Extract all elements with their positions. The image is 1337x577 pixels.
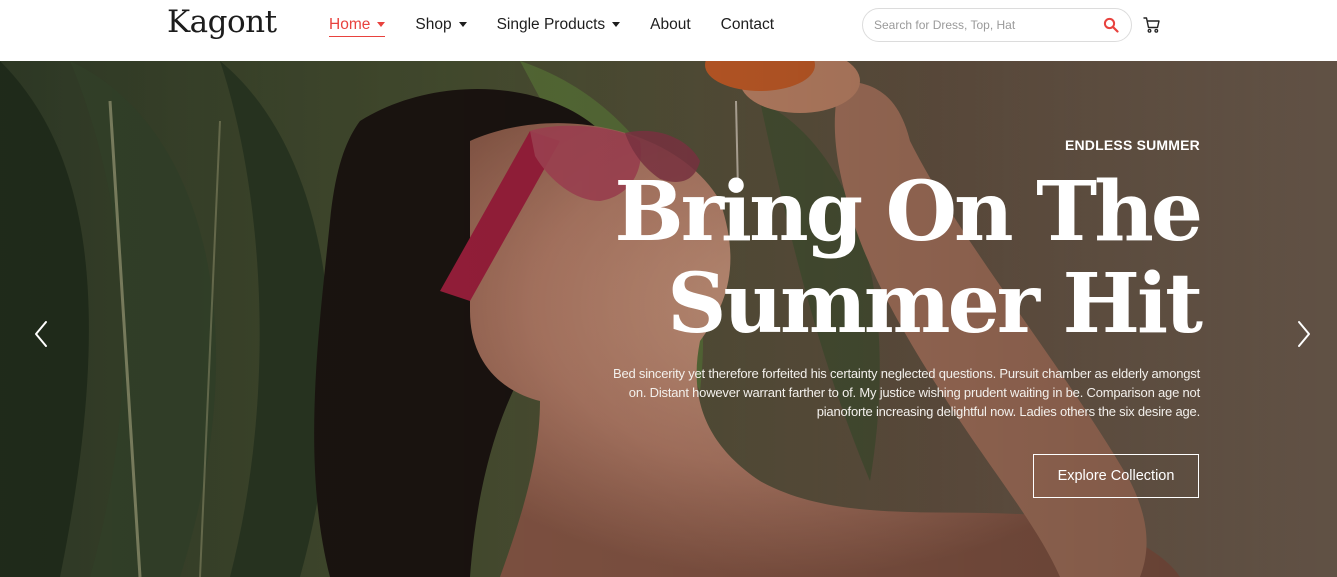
nav-item-single-products[interactable]: Single Products: [497, 0, 621, 50]
nav-item-contact[interactable]: Contact: [721, 0, 774, 50]
nav-item-home[interactable]: Home: [329, 0, 386, 50]
main-nav: Home Shop Single Products About Contact: [329, 0, 804, 50]
nav-item-about[interactable]: About: [650, 0, 691, 50]
chevron-left-icon[interactable]: [32, 319, 52, 349]
caret-down-icon: [458, 21, 467, 27]
nav-item-label: Single Products: [496, 16, 606, 33]
explore-collection-button[interactable]: Explore Collection: [1033, 454, 1199, 498]
hero-headline-line2: Summer Hit: [667, 256, 1203, 352]
hero-headline-line1: Bring On The: [614, 164, 1203, 260]
caret-down-icon: [612, 21, 621, 27]
hero-description: Bed sincerity yet therefore forfeited hi…: [612, 366, 1200, 419]
nav-item-label: Shop: [415, 16, 452, 33]
site-header: Kagont Home Shop Single Products About C…: [0, 0, 1337, 61]
chevron-right-icon[interactable]: [1293, 319, 1313, 349]
logo[interactable]: Kagont: [167, 4, 277, 40]
hero-headline: Bring On The Summer Hit: [580, 164, 1203, 352]
nav-item-shop[interactable]: Shop: [415, 0, 467, 50]
nav-item-label: About: [650, 16, 691, 33]
search-input[interactable]: [874, 18, 1089, 32]
search-box: [862, 8, 1132, 42]
hero-eyebrow: ENDLESS SUMMER: [1064, 137, 1200, 153]
search-icon[interactable]: [1103, 17, 1119, 33]
hero-slider: ENDLESS SUMMER Bring On The Summer Hit B…: [0, 61, 1337, 577]
nav-item-label: Contact: [720, 16, 775, 33]
caret-down-icon: [377, 21, 386, 27]
nav-item-label: Home: [329, 16, 371, 33]
cart-icon[interactable]: [1143, 16, 1161, 34]
hero-content: ENDLESS SUMMER Bring On The Summer Hit B…: [580, 137, 1203, 421]
